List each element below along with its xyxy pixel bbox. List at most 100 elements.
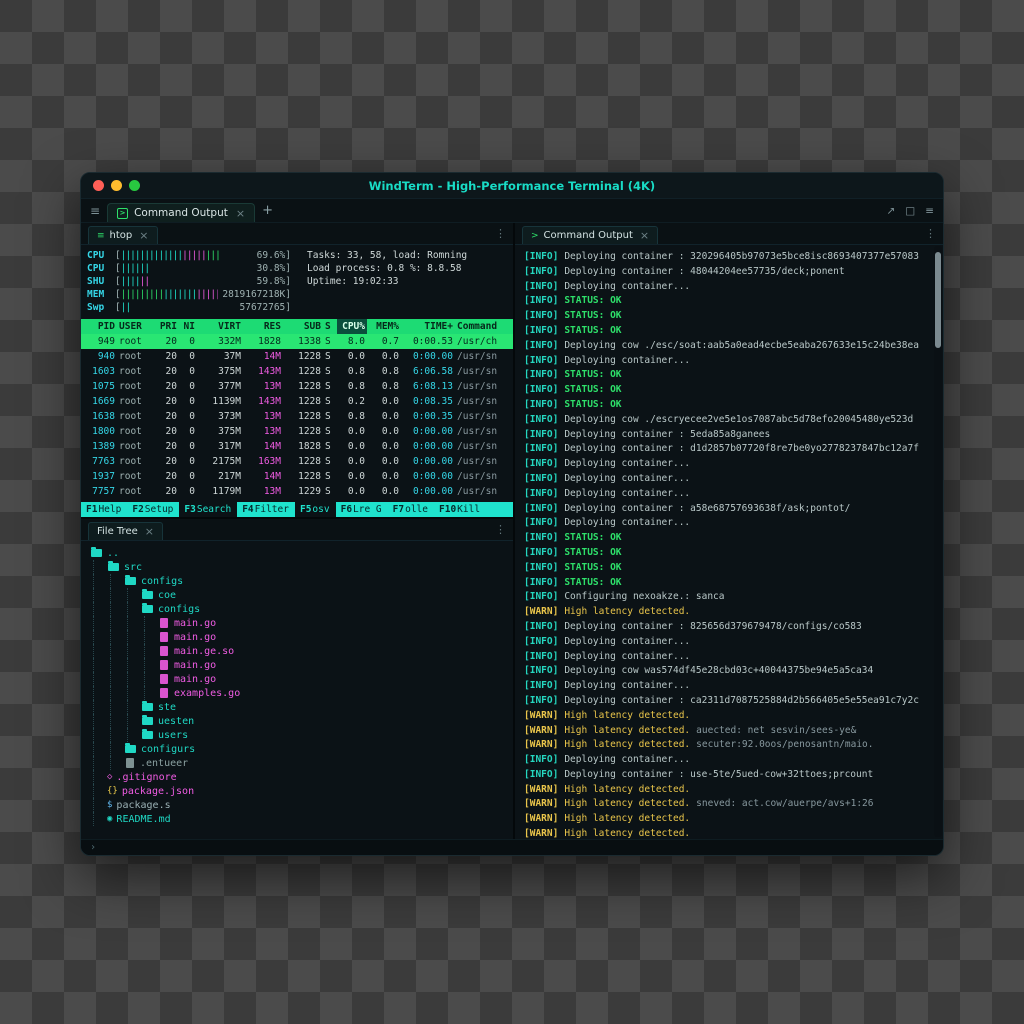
tree-item-readme-md[interactable]: ◉README.md [89,812,509,826]
tree-item-configurs[interactable]: configurs [89,742,509,756]
column-header[interactable]: S [323,319,337,334]
kebab-menu-icon[interactable]: ⋮ [925,227,936,240]
log-output: [INFO]Deploying container : 320296405b97… [515,245,943,839]
column-header[interactable]: SUB [283,319,323,334]
tree-item-main-go[interactable]: main.go [89,672,509,686]
table-row[interactable]: 7757root2001179M13M1229S0.00.00:00.00/us… [81,484,513,499]
cell: 0.0 [367,454,401,469]
cell: 0.0 [337,424,367,439]
table-row[interactable]: 1937root200217M14M1228S0.00.00:00.00/usr… [81,469,513,484]
column-header[interactable]: PID [83,319,117,334]
tree-guide [127,714,140,728]
close-button[interactable] [93,180,104,191]
menu-icon[interactable]: ≡ [90,204,100,218]
expand-icon[interactable]: ↗ [886,205,895,217]
fkey-f1[interactable]: F1Help [81,502,127,517]
log-level: [INFO] [524,635,558,650]
close-icon[interactable]: × [236,207,245,220]
folder-icon [108,563,119,571]
tree-item-coe[interactable]: coe [89,588,509,602]
column-header[interactable]: Command [455,319,511,334]
scrollbar[interactable] [934,246,942,837]
table-row[interactable]: 940root20037M14M1228S0.00.00:00.00/usr/s… [81,349,513,364]
tree-item--[interactable]: .. [89,546,509,560]
table-row[interactable]: 1603root200375M143M1228S0.80.86:06.58/us… [81,364,513,379]
log-line: [INFO]Deploying container : d1d2857b0772… [524,442,929,457]
log-level: [INFO] [524,650,558,665]
minimize-button[interactable] [111,180,122,191]
table-row[interactable]: 949root200332M18281338S8.00.70:00.53/usr… [81,334,513,349]
cell: root [117,334,157,349]
tree-item-uesten[interactable]: uesten [89,714,509,728]
column-header[interactable]: USER [117,319,157,334]
window-icon[interactable]: □ [905,205,915,217]
tab-command-output[interactable]: > Command Output × [107,203,255,222]
tree-item-main-go[interactable]: main.go [89,658,509,672]
cell: 0 [179,469,197,484]
scrollbar-thumb[interactable] [935,252,941,348]
cell: 13M [243,424,283,439]
log-message: Deploying container : 5eda85a8ganees [564,428,770,443]
close-icon[interactable]: × [145,525,154,538]
fkey-f5[interactable]: F5osv [295,502,336,517]
tree-item-examples-go[interactable]: examples.go [89,686,509,700]
log-message: STATUS: OK [564,309,621,324]
meter-info: Load process: 0.8 %: 8.8.58 [307,263,461,274]
log-line: [INFO]Deploying container... [524,516,929,531]
table-row[interactable]: 1075root200377M13M1228S0.80.86:08.13/usr… [81,379,513,394]
cell: S [323,409,337,424]
cell: 20 [157,364,179,379]
tree-item-src[interactable]: src [89,560,509,574]
fkey-f2[interactable]: F2Setup [127,502,179,517]
cell: /usr/sn [455,364,511,379]
column-header[interactable]: MEM% [367,319,401,334]
cell: /usr/sn [455,469,511,484]
fkey-f6[interactable]: F6Lre G [336,502,388,517]
tree-item-users[interactable]: users [89,728,509,742]
table-row[interactable]: 7763root2002175M163M1228S0.00.00:00.00/u… [81,454,513,469]
fkey-f4[interactable]: F4Filter [237,502,295,517]
tab-htop[interactable]: ≡ htop × [88,226,158,244]
new-tab-button[interactable]: + [262,203,273,218]
tree-guide [110,588,123,602]
column-header[interactable]: RES [243,319,283,334]
tree-item-configs[interactable]: configs [89,574,509,588]
tree-item--gitignore[interactable]: ◇.gitignore [89,770,509,784]
tab-file-tree[interactable]: File Tree × [88,522,163,540]
zoom-button[interactable] [129,180,140,191]
tree-guide [110,616,123,630]
tree-item--entueer[interactable]: .entueer [89,756,509,770]
column-header[interactable]: PRI [157,319,179,334]
tree-item-main-ge-so[interactable]: main.ge.so [89,644,509,658]
table-row[interactable]: 1389root200317M14M1828S0.00.00:00.00/usr… [81,439,513,454]
column-header[interactable]: TIME+ [401,319,455,334]
menu-icon[interactable]: ≡ [925,205,934,217]
kebab-menu-icon[interactable]: ⋮ [495,523,506,536]
tree-guide [144,672,157,686]
cell: 0.0 [337,484,367,499]
column-header[interactable]: NI [179,319,197,334]
tree-item-label: examples.go [174,688,240,699]
tab-command-output-pane[interactable]: > Command Output × [522,226,658,244]
tree-item-ste[interactable]: ste [89,700,509,714]
tree-item-package-s[interactable]: $package.s [89,798,509,812]
file-icon: ◉ [107,814,112,824]
column-header[interactable]: VIRT [197,319,243,334]
column-header[interactable]: CPU% [337,319,367,334]
cpu-memory-meters: CPU[|||||||||||||||||||||69.6%]Tasks: 33… [81,245,513,317]
tree-item-configs[interactable]: configs [89,602,509,616]
table-row[interactable]: 1638root200373M13M1228S0.80.00:00.35/usr… [81,409,513,424]
table-row[interactable]: 1669root2001139M143M1228S0.20.00:08.35/u… [81,394,513,409]
tree-item-main-go[interactable]: main.go [89,616,509,630]
tree-guide [127,616,140,630]
tree-item-main-go[interactable]: main.go [89,630,509,644]
kebab-menu-icon[interactable]: ⋮ [495,227,506,240]
tree-item-package-json[interactable]: {}package.json [89,784,509,798]
close-icon[interactable]: × [139,229,148,242]
log-level: [INFO] [524,354,558,369]
table-row[interactable]: 1800root200375M13M1228S0.00.00:00.00/usr… [81,424,513,439]
fkey-f3[interactable]: F3Search [179,502,237,517]
close-icon[interactable]: × [640,229,649,242]
fkey-f10[interactable]: F10Kill [434,502,486,517]
fkey-f7[interactable]: F7olle [388,502,434,517]
